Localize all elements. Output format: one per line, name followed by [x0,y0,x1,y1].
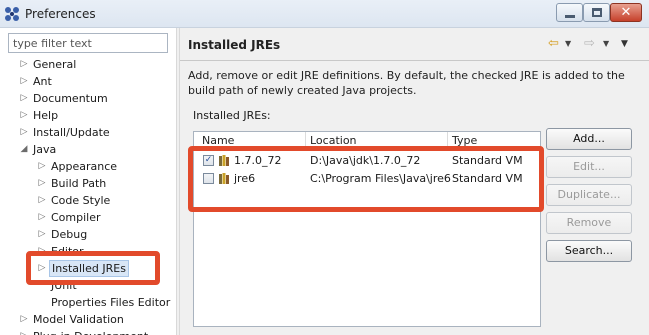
page-navigation: ⇦ ▼ ⇨ ▼ ▼ [540,36,640,52]
filter-input[interactable] [8,33,168,53]
tree-item-label: Compiler [51,211,101,224]
back-dropdown-icon[interactable]: ▼ [565,39,571,48]
edit-button[interactable]: Edit... [546,156,632,178]
title-divider [180,60,649,61]
preferences-sidebar: ▷ General ▷ Ant ▷ Documentum ▷ Help ▷ Install/Upd… [0,28,176,335]
expand-arrow-icon[interactable]: ▷ [37,209,47,226]
remove-button[interactable]: Remove [546,212,632,234]
maximize-button[interactable] [583,3,610,22]
close-icon: ✕ [620,5,632,20]
expand-arrow-icon[interactable]: ▷ [37,260,47,277]
back-arrow-icon[interactable]: ⇦ [548,36,559,51]
expand-arrow-icon[interactable]: ▷ [37,192,47,209]
jre-library-icon [219,155,229,166]
jre-type: Standard VM [452,154,523,167]
minimize-icon [565,15,575,18]
expand-arrow-icon[interactable]: ▷ [19,56,29,73]
search-button[interactable]: Search... [546,240,632,262]
expand-arrow-icon[interactable]: ▷ [37,243,47,260]
jre-library-icon [219,173,229,184]
tree-item-label: Ant [33,75,52,88]
column-header-location[interactable]: Location [305,132,357,150]
table-row[interactable]: jre6 C:\Program Files\Java\jre6 Standard… [194,170,540,188]
page-title: Installed JREs [188,38,281,52]
jre-name: jre6 [234,172,256,185]
eclipse-preferences-icon [5,7,19,21]
tree-item-label: Documentum [33,92,108,105]
table-row[interactable]: ✓ 1.7.0_72 D:\Java\jdk\1.7.0_72 Standard… [194,152,540,170]
jre-name: 1.7.0_72 [234,154,282,167]
expand-arrow-icon[interactable]: ▷ [37,175,47,192]
tree-item-label: Model Validation [33,313,124,326]
maximize-icon [592,8,602,17]
tree-item-label: Appearance [51,160,118,173]
tree-item-label: Java [33,143,57,156]
tree-item-label: JUnit [51,279,77,292]
close-button[interactable]: ✕ [610,3,642,22]
tree-item-label: Help [33,109,59,122]
tree-item-label: Plug-in Development [33,328,148,335]
expand-arrow-icon[interactable]: ▷ [37,226,47,243]
duplicate-button[interactable]: Duplicate... [546,184,632,206]
expand-arrow-icon[interactable]: ▷ [19,107,29,124]
tree-item-label: Debug [51,228,88,241]
page-description: Add, remove or edit JRE definitions. By … [188,69,625,97]
jre-table[interactable]: Name Location Type ✓ 1.7.0_72 D:\Java\jd… [193,131,541,327]
row-checkbox[interactable] [203,173,214,184]
expand-arrow-icon[interactable]: ▷ [19,90,29,107]
expand-arrow-icon[interactable]: ▷ [19,328,29,335]
minimize-button[interactable] [556,3,583,22]
forward-dropdown-icon[interactable]: ▼ [603,39,609,48]
column-header-type[interactable]: Type [447,132,477,150]
preference-page: Installed JREs ⇦ ▼ ⇨ ▼ ▼ Add, remove or … [180,28,649,335]
title-bar: Preferences ✕ [0,0,649,28]
column-header-name[interactable]: Name [202,134,234,147]
jre-type: Standard VM [452,172,523,185]
view-menu-icon[interactable]: ▼ [621,39,628,49]
expand-arrow-icon[interactable]: ▷ [19,124,29,141]
tree-item-label: General [33,58,77,71]
tree-item-label: Code Style [51,194,111,207]
expand-arrow-icon[interactable]: ▷ [37,158,47,175]
row-checkbox[interactable]: ✓ [203,155,214,166]
forward-arrow-icon[interactable]: ⇨ [584,36,595,51]
expand-arrow-icon[interactable]: ▷ [19,311,29,328]
tree-item-label: Install/Update [33,126,110,139]
jre-location: D:\Java\jdk\1.7.0_72 [310,154,421,167]
collapse-arrow-icon[interactable]: ◢ [19,141,29,158]
tree-item-label: Build Path [51,177,107,190]
window-title: Preferences [25,7,96,21]
tree-item-label: Properties Files Editor [51,296,171,309]
expand-arrow-icon[interactable]: ▷ [19,73,29,90]
tree-item-label: Editor [51,245,84,258]
jre-location: C:\Program Files\Java\jre6 [310,172,451,185]
table-header: Name Location Type [194,132,540,150]
installed-jres-label: Installed JREs: [193,109,271,122]
add-button[interactable]: Add... [546,128,632,150]
tree-item-label: Installed JREs [49,260,129,277]
